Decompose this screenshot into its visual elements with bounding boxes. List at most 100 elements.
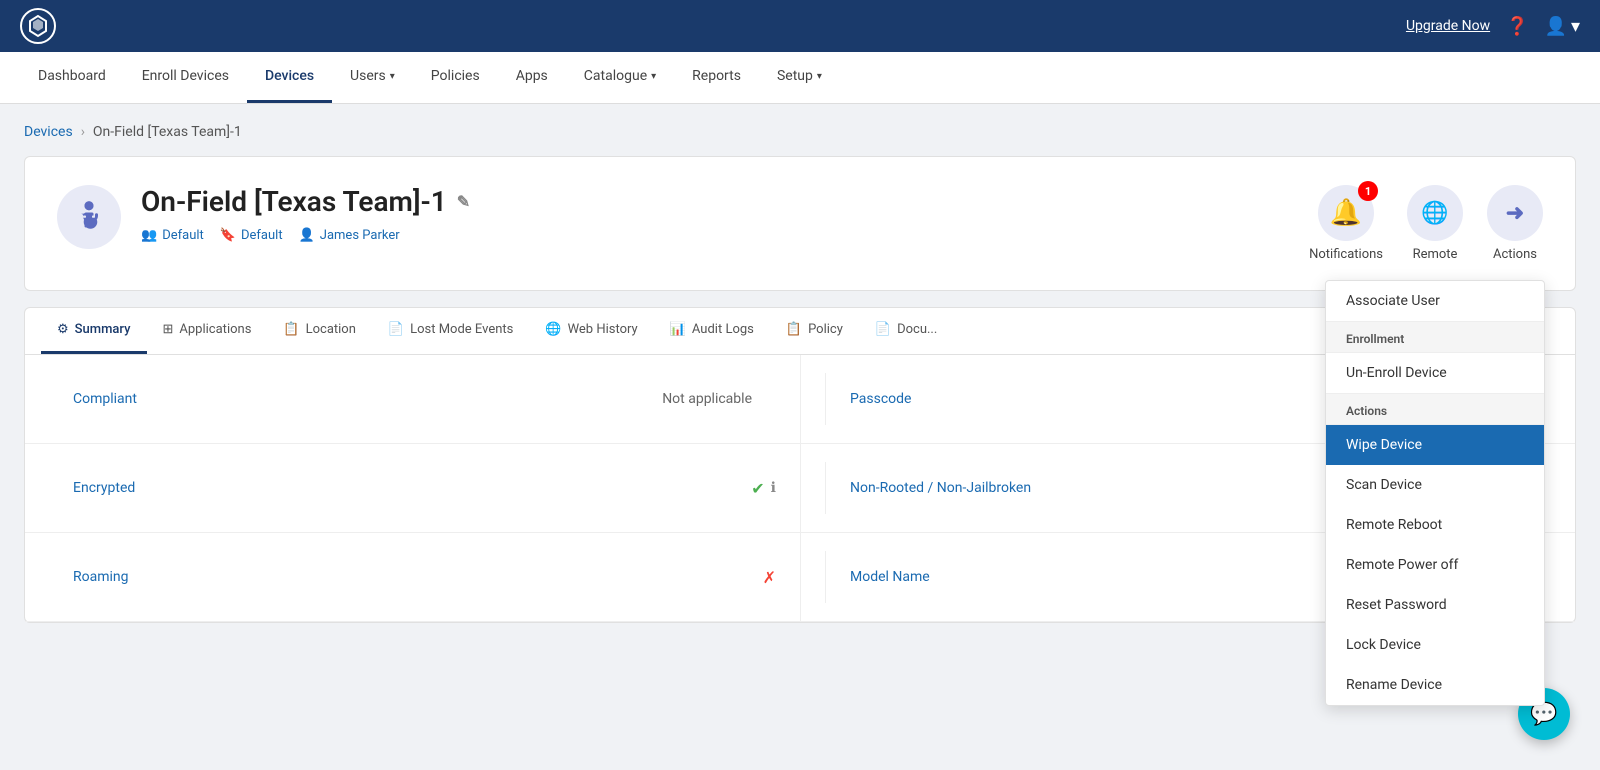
table-cell-encrypted: Encrypted ✔ ℹ (25, 444, 800, 532)
notifications-icon: 🔔 (1330, 198, 1362, 228)
policy-tab-icon: 📋 (786, 322, 802, 337)
user-menu[interactable]: 👤 ▾ (1545, 16, 1580, 37)
location-tab-label: Location (306, 322, 356, 337)
applications-tab-icon: ⊞ (163, 322, 174, 337)
compliant-label[interactable]: Compliant (49, 373, 161, 425)
dropdown-wipe-device[interactable]: Wipe Device (1326, 425, 1544, 465)
main-nav: Dashboard Enroll Devices Devices Users ▾… (0, 52, 1600, 104)
summary-tab-icon: ⚙ (57, 322, 69, 337)
nav-label-reports: Reports (692, 68, 741, 84)
edit-device-name-icon[interactable]: ✎ (457, 192, 470, 211)
device-tags: 👥 Default 🔖 Default 👤 James Parker (141, 228, 1289, 243)
table-cell-roaming: Roaming ✗ (25, 533, 800, 621)
remote-button[interactable]: 🌐 Remote (1407, 185, 1463, 262)
actions-circle: ➜ (1487, 185, 1543, 241)
tab-audit-logs[interactable]: 📊 Audit Logs (654, 308, 770, 354)
notifications-button[interactable]: 🔔 1 Notifications (1309, 185, 1383, 262)
dropdown-scan-device[interactable]: Scan Device (1326, 465, 1544, 505)
dropdown-remote-reboot[interactable]: Remote Reboot (1326, 505, 1544, 545)
tab-policy[interactable]: 📋 Policy (770, 308, 859, 354)
compliant-value: Not applicable (638, 373, 776, 425)
user-label: James Parker (320, 228, 400, 243)
dropdown-lock-device[interactable]: Lock Device (1326, 625, 1544, 665)
dropdown-enrollment-header: Enrollment (1326, 321, 1544, 353)
notifications-circle: 🔔 1 (1318, 185, 1374, 241)
device-tag-policy[interactable]: 🔖 Default (220, 228, 283, 243)
nav-item-setup[interactable]: Setup ▾ (759, 52, 840, 103)
device-actions: 🔔 1 Notifications 🌐 Remote ➜ (1309, 185, 1543, 262)
notifications-label: Notifications (1309, 247, 1383, 262)
lost-mode-tab-label: Lost Mode Events (410, 322, 513, 337)
nav-item-devices[interactable]: Devices (247, 52, 332, 103)
tab-applications[interactable]: ⊞ Applications (147, 308, 268, 354)
audit-logs-tab-label: Audit Logs (692, 322, 754, 337)
device-header: On-Field [Texas Team]-1 ✎ 👥 Default 🔖 De… (57, 185, 1543, 262)
dropdown-remote-power-off[interactable]: Remote Power off (1326, 545, 1544, 585)
location-tab-icon: 📋 (283, 322, 299, 337)
nav-label-setup: Setup (777, 68, 813, 84)
notification-badge: 1 (1358, 181, 1378, 201)
encrypted-info-icon[interactable]: ℹ (771, 480, 776, 496)
nav-item-apps[interactable]: Apps (498, 52, 566, 103)
group-icon: 👥 (141, 228, 157, 243)
tab-lost-mode[interactable]: 📄 Lost Mode Events (372, 308, 529, 354)
nav-item-dashboard[interactable]: Dashboard (20, 52, 124, 103)
table-cell: Compliant Not applicable (25, 355, 800, 443)
tab-web-history[interactable]: 🌐 Web History (529, 308, 653, 354)
tab-documents[interactable]: 📄 Docu... (859, 308, 953, 354)
dropdown-associate-user[interactable]: Associate User (1326, 281, 1544, 321)
nav-item-catalogue[interactable]: Catalogue ▾ (566, 52, 674, 103)
nav-label-enroll-devices: Enroll Devices (142, 68, 229, 84)
dropdown-unenroll-device[interactable]: Un-Enroll Device (1326, 353, 1544, 393)
remote-label: Remote (1413, 247, 1458, 262)
passcode-label[interactable]: Passcode (825, 373, 935, 425)
device-tag-group[interactable]: 👥 Default (141, 228, 204, 243)
breadcrumb: Devices › On-Field [Texas Team]-1 (24, 124, 1576, 140)
lost-mode-tab-icon: 📄 (388, 322, 404, 337)
nav-label-dashboard: Dashboard (38, 68, 106, 84)
logo (20, 8, 56, 44)
non-rooted-label[interactable]: Non-Rooted / Non-Jailbroken (825, 462, 1055, 514)
remote-icon: 🌐 (1421, 201, 1448, 226)
encrypted-label[interactable]: Encrypted (49, 462, 159, 514)
tab-summary[interactable]: ⚙ Summary (41, 308, 147, 354)
policy-tab-label: Policy (808, 322, 843, 337)
device-tag-user[interactable]: 👤 James Parker (299, 228, 400, 243)
nav-item-policies[interactable]: Policies (413, 52, 498, 103)
nav-item-reports[interactable]: Reports (674, 52, 759, 103)
dropdown-actions-header: Actions (1326, 393, 1544, 425)
device-info: On-Field [Texas Team]-1 ✎ 👥 Default 🔖 De… (141, 185, 1289, 243)
nav-item-users[interactable]: Users ▾ (332, 52, 413, 103)
nav-label-devices: Devices (265, 68, 314, 84)
top-bar-right: Upgrade Now ❓ 👤 ▾ (1406, 16, 1580, 37)
summary-tab-label: Summary (75, 322, 131, 337)
breadcrumb-devices-link[interactable]: Devices (24, 124, 73, 140)
users-chevron-icon: ▾ (390, 71, 395, 82)
device-card: On-Field [Texas Team]-1 ✎ 👥 Default 🔖 De… (24, 156, 1576, 291)
audit-logs-tab-icon: 📊 (670, 322, 686, 337)
nav-item-enroll-devices[interactable]: Enroll Devices (124, 52, 247, 103)
actions-button[interactable]: ➜ Actions (1487, 185, 1543, 262)
applications-tab-label: Applications (179, 322, 251, 337)
help-icon[interactable]: ❓ (1506, 16, 1528, 37)
nav-label-catalogue: Catalogue (584, 68, 647, 84)
catalogue-chevron-icon: ▾ (651, 71, 656, 82)
roaming-cross-icon: ✗ (763, 568, 776, 587)
device-name-text: On-Field [Texas Team]-1 (141, 185, 447, 218)
top-bar: Upgrade Now ❓ 👤 ▾ (0, 0, 1600, 52)
breadcrumb-current: On-Field [Texas Team]-1 (93, 124, 242, 140)
documents-tab-label: Docu... (897, 322, 937, 337)
user-avatar-icon: 👤 (1545, 16, 1567, 37)
tab-location[interactable]: 📋 Location (267, 308, 372, 354)
model-name-label[interactable]: Model Name (825, 551, 954, 603)
roaming-label[interactable]: Roaming (49, 551, 153, 603)
policy-icon: 🔖 (220, 228, 236, 243)
device-name-container: On-Field [Texas Team]-1 ✎ (141, 185, 1289, 218)
upgrade-link[interactable]: Upgrade Now (1406, 18, 1490, 34)
setup-chevron-icon: ▾ (817, 71, 822, 82)
nav-label-users: Users (350, 68, 386, 84)
dropdown-reset-password[interactable]: Reset Password (1326, 585, 1544, 625)
actions-arrow-icon: ➜ (1506, 201, 1524, 226)
policy-label: Default (241, 228, 283, 243)
dropdown-rename-device[interactable]: Rename Device (1326, 665, 1544, 705)
